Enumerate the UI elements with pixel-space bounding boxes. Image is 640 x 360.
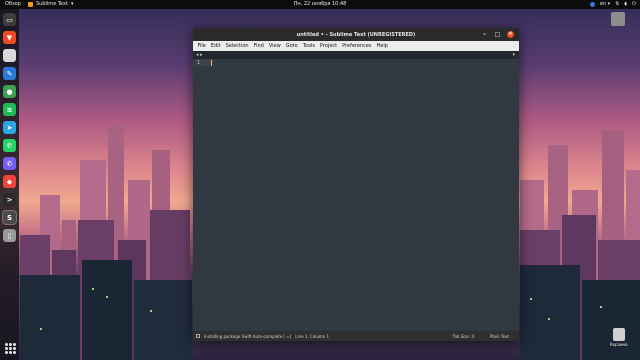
menu-help[interactable]: Help	[374, 43, 390, 49]
tab-dropdown-icon[interactable]: ▾	[512, 52, 515, 58]
trash-label: Корзина	[610, 342, 628, 347]
brave-icon: ▼	[6, 33, 13, 42]
tab-navigation-arrows[interactable]: ◂ ▸	[196, 52, 203, 58]
dock-item-green-app[interactable]: ●	[3, 85, 16, 98]
folder-icon	[611, 12, 625, 26]
menu-edit[interactable]: Edit	[208, 43, 223, 49]
network-icon[interactable]: ⇅	[615, 0, 619, 9]
desktop-trash[interactable]: Корзина	[610, 328, 628, 347]
status-bar: Installing package Swift Auto-complete […	[193, 331, 519, 341]
sublime-text-window: untitled • - Sublime Text (UNREGISTERED)…	[193, 28, 519, 341]
close-button[interactable]: ×	[507, 31, 514, 38]
whatsapp-icon: ✆	[6, 141, 13, 150]
anydesk-icon: ◆	[6, 177, 13, 186]
tab-bar: ◂ ▸ ▾	[193, 51, 519, 59]
sublime-text-icon: S	[6, 213, 13, 222]
terminal-icon: >	[6, 195, 13, 204]
menu-file[interactable]: File	[195, 43, 208, 49]
window-title: untitled • - Sublime Text (UNREGISTERED)	[296, 31, 416, 38]
telegram-icon: ➤	[6, 123, 13, 132]
spotify-icon: ≋	[6, 105, 13, 114]
menu-project[interactable]: Project	[318, 43, 340, 49]
dock-item-sublime-text[interactable]: S	[2, 210, 17, 225]
keyboard-layout[interactable]: en ▾	[600, 0, 610, 9]
menu-goto[interactable]: Goto	[283, 43, 300, 49]
menu-tools[interactable]: Tools	[300, 43, 317, 49]
show-applications-button[interactable]	[3, 342, 16, 355]
viber-icon: ✆	[6, 159, 13, 168]
menu-selection[interactable]: Selection	[223, 43, 251, 49]
files-icon: ▭	[6, 15, 13, 24]
tab-size-selector[interactable]: Tab Size: 4	[453, 334, 474, 339]
maximize-button[interactable]: □	[494, 31, 501, 38]
menu-preferences[interactable]: Preferences	[340, 43, 374, 49]
dock-item-trash[interactable]: ▯	[3, 229, 16, 242]
menu-find[interactable]: Find	[251, 43, 266, 49]
power-icon[interactable]: ⏻	[632, 0, 636, 9]
clock[interactable]: Пн, 22 ноября 10:48	[0, 0, 640, 9]
dock-item-terminal[interactable]: >	[3, 193, 16, 206]
green-app-icon: ●	[6, 87, 13, 96]
editor-icon: ✎	[6, 69, 13, 78]
status-message: Installing package Swift Auto-complete […	[204, 333, 292, 339]
editor-area[interactable]: 1	[193, 59, 519, 331]
menu-bar: File Edit Selection Find View Goto Tools…	[193, 41, 519, 51]
line-number: 1	[197, 60, 201, 66]
panel-toggle-icon[interactable]	[196, 334, 200, 338]
dock-item-viber[interactable]: ✆	[3, 157, 16, 170]
menu-view[interactable]: View	[266, 43, 283, 49]
system-tray[interactable]: en ▾ ⇅ ◖ ⏻	[589, 0, 636, 9]
minimize-button[interactable]: –	[481, 31, 488, 38]
line-number-gutter: 1	[193, 59, 207, 331]
cursor-position: Line 1, Column 1	[295, 333, 330, 339]
window-titlebar[interactable]: untitled • - Sublime Text (UNREGISTERED)…	[193, 28, 519, 41]
dock-item-files[interactable]: ▭	[3, 13, 16, 26]
syntax-selector[interactable]: Plain Text	[490, 334, 509, 339]
desktop-home-folder[interactable]	[611, 12, 625, 26]
volume-icon[interactable]: ◖	[624, 0, 627, 9]
status-indicator-icon[interactable]	[589, 2, 595, 7]
text-caret	[211, 60, 212, 66]
dock-item-anydesk[interactable]: ◆	[3, 175, 16, 188]
window-controls: – □ ×	[481, 31, 514, 38]
top-bar: Обзор Sublime Text ▾ Пн, 22 ноября 10:48…	[0, 0, 640, 9]
dock-item-brave[interactable]: ▼	[3, 31, 16, 44]
dock: ▭ ▼ ✎ ● ≋ ➤ ✆ ✆ ◆ > S ▯	[0, 9, 19, 360]
dock-item-spotify[interactable]: ≋	[3, 103, 16, 116]
trash-icon: ▯	[7, 231, 12, 240]
dock-item-whatsapp[interactable]: ✆	[3, 139, 16, 152]
dock-item-libreoffice[interactable]	[3, 49, 16, 62]
dock-item-telegram[interactable]: ➤	[3, 121, 16, 134]
trash-icon	[612, 328, 625, 341]
dock-item-editor[interactable]: ✎	[3, 67, 16, 80]
